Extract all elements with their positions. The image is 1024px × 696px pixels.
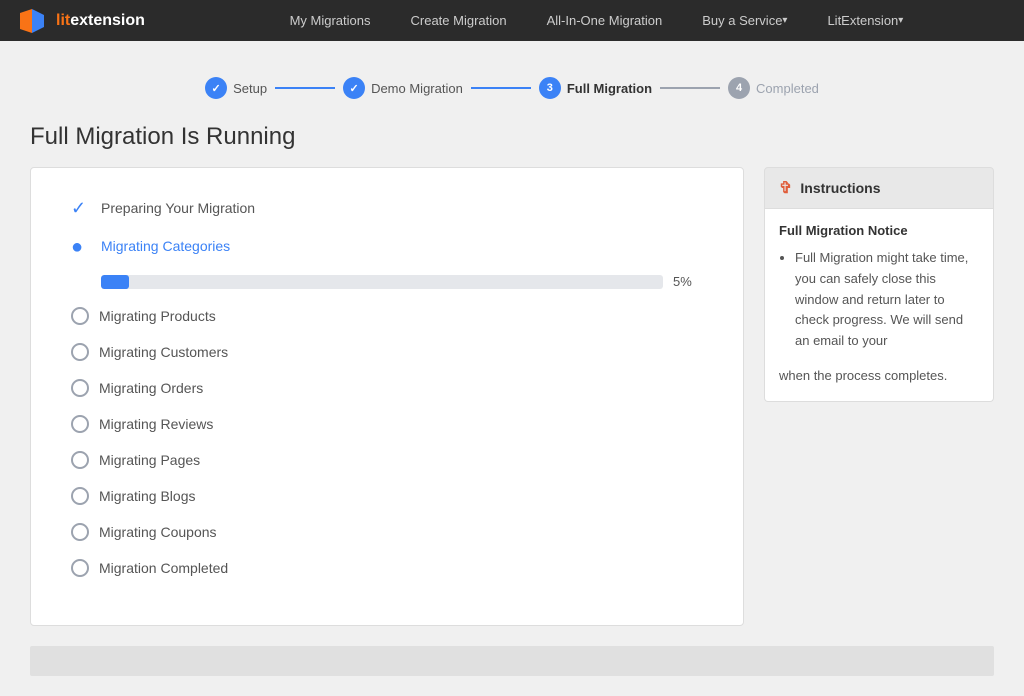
instructions-list: Full Migration might take time, you can … <box>779 248 979 352</box>
step-3-circle: 3 <box>539 77 561 99</box>
navbar: litextension My Migrations Create Migrat… <box>0 0 1024 41</box>
pending-circle-icon-completed <box>71 559 89 577</box>
logo[interactable]: litextension <box>16 5 145 37</box>
step-connector-1 <box>275 87 335 89</box>
page-content: ✓ Setup ✓ Demo Migration 3 Full Migratio… <box>0 41 1024 696</box>
instructions-panel: ✞ Instructions Full Migration Notice Ful… <box>764 167 994 402</box>
pending-circle-icon-coupons <box>71 523 89 541</box>
migration-step-customers: Migrating Customers <box>71 343 703 361</box>
migration-step-products-label: Migrating Products <box>99 308 216 324</box>
step-setup: ✓ Setup <box>205 77 267 99</box>
main-layout: ✓ Preparing Your Migration ● Migrating C… <box>30 167 994 626</box>
bottom-bar <box>30 646 994 676</box>
migration-step-categories-label: Migrating Categories <box>101 238 230 254</box>
migration-panel: ✓ Preparing Your Migration ● Migrating C… <box>30 167 744 626</box>
nav-my-migrations[interactable]: My Migrations <box>270 0 391 41</box>
instructions-body: Full Migration Notice Full Migration mig… <box>764 209 994 402</box>
progress-bar-fill <box>101 275 129 289</box>
migration-step-pages-label: Migrating Pages <box>99 452 200 468</box>
logo-text: litextension <box>56 12 145 30</box>
nav-create-migration[interactable]: Create Migration <box>391 0 527 41</box>
nav-litextension[interactable]: LitExtension <box>807 0 923 41</box>
nav-links: My Migrations Create Migration All-In-On… <box>185 0 1008 41</box>
stepper: ✓ Setup ✓ Demo Migration 3 Full Migratio… <box>30 77 994 99</box>
migration-step-orders: Migrating Orders <box>71 379 703 397</box>
step-connector-3 <box>660 87 720 89</box>
migration-step-orders-label: Migrating Orders <box>99 380 203 396</box>
step-full-migration: 3 Full Migration <box>539 77 652 99</box>
migration-step-completed-label: Migration Completed <box>99 560 228 576</box>
migration-step-preparing: ✓ Preparing Your Migration <box>71 198 703 218</box>
pending-circle-icon-pages <box>71 451 89 469</box>
done-check-icon: ✓ <box>71 198 91 218</box>
step-1-label: Setup <box>233 81 267 96</box>
instructions-extra-text: when the process completes. <box>779 366 979 387</box>
migration-step-categories: ● Migrating Categories <box>71 236 703 256</box>
logo-icon <box>16 5 48 37</box>
instructions-title: Instructions <box>800 180 880 196</box>
progress-percent-label: 5% <box>673 274 703 289</box>
pending-circle-icon-reviews <box>71 415 89 433</box>
migration-step-completed-item: Migration Completed <box>71 559 703 577</box>
active-circle-icon: ● <box>71 236 91 256</box>
migration-step-preparing-label: Preparing Your Migration <box>101 200 255 216</box>
migration-step-pages: Migrating Pages <box>71 451 703 469</box>
step-1-circle: ✓ <box>205 77 227 99</box>
migration-step-reviews: Migrating Reviews <box>71 415 703 433</box>
step-4-circle: 4 <box>728 77 750 99</box>
instructions-list-item: Full Migration might take time, you can … <box>795 248 979 352</box>
migration-step-coupons: Migrating Coupons <box>71 523 703 541</box>
nav-all-in-one-migration[interactable]: All-In-One Migration <box>527 0 683 41</box>
migration-step-products: Migrating Products <box>71 307 703 325</box>
migration-step-blogs: Migrating Blogs <box>71 487 703 505</box>
step-demo-migration: ✓ Demo Migration <box>343 77 463 99</box>
migration-step-blogs-label: Migrating Blogs <box>99 488 196 504</box>
progress-bar-background <box>101 275 663 289</box>
step-connector-2 <box>471 87 531 89</box>
page-title: Full Migration Is Running <box>30 123 994 151</box>
migration-step-reviews-label: Migrating Reviews <box>99 416 213 432</box>
pending-circle-icon-blogs <box>71 487 89 505</box>
step-completed: 4 Completed <box>728 77 819 99</box>
step-2-label: Demo Migration <box>371 81 463 96</box>
migration-step-coupons-label: Migrating Coupons <box>99 524 217 540</box>
step-4-label: Completed <box>756 81 819 96</box>
step-2-circle: ✓ <box>343 77 365 99</box>
pending-circle-icon-orders <box>71 379 89 397</box>
instructions-notice-title: Full Migration Notice <box>779 223 979 238</box>
progress-container: 5% <box>71 274 703 289</box>
pending-circle-icon-customers <box>71 343 89 361</box>
migration-step-customers-label: Migrating Customers <box>99 344 228 360</box>
instructions-icon: ✞ <box>779 178 792 198</box>
instructions-header: ✞ Instructions <box>764 167 994 209</box>
step-3-label: Full Migration <box>567 81 652 96</box>
pending-circle-icon-products <box>71 307 89 325</box>
nav-buy-service[interactable]: Buy a Service <box>682 0 807 41</box>
